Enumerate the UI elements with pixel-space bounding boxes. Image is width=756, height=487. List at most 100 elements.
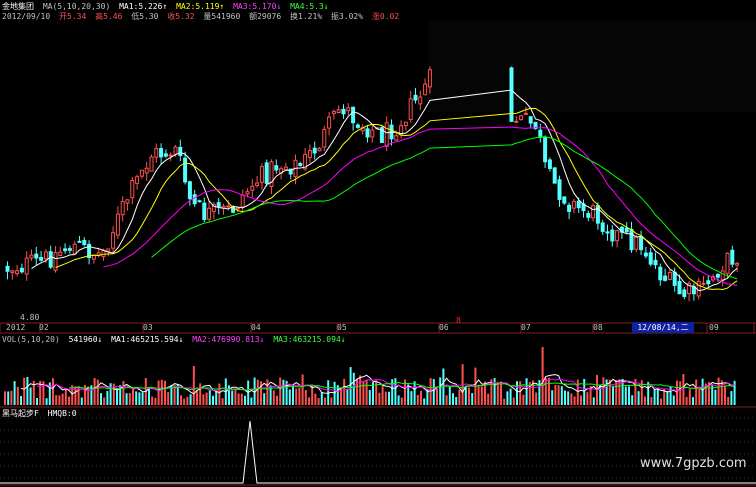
volume-bar: [29, 387, 32, 405]
volume-bar: [272, 390, 275, 405]
volume-bar: [724, 385, 726, 405]
candle-body: [77, 240, 82, 243]
x-tick-02: 02: [39, 323, 49, 332]
volume-bar: [240, 393, 243, 405]
volume-bar: [432, 379, 435, 405]
candle-body: [605, 231, 610, 234]
volume-bar: [308, 397, 310, 405]
candle-body: [183, 157, 188, 183]
candle-body: [58, 251, 63, 256]
candle-body: [720, 270, 725, 281]
quote-change: 涨0.02: [371, 12, 400, 21]
candle-body: [226, 205, 231, 208]
volume-bar: [173, 385, 176, 405]
candle-body: [682, 289, 687, 297]
candle-body: [394, 135, 399, 141]
candle-body: [629, 228, 634, 251]
volume-bar: [292, 385, 294, 405]
candle-body: [403, 121, 408, 126]
x-tick-06: 06: [439, 323, 449, 332]
candle-body: [96, 252, 101, 256]
candle-body: [715, 273, 720, 278]
candle-body: [144, 167, 149, 174]
candle-body: [610, 229, 615, 242]
volume-bar: [413, 381, 416, 405]
candle-body: [202, 202, 207, 220]
candle-body: [648, 252, 653, 265]
volume-bar: [538, 380, 541, 405]
volume-bar: [656, 387, 659, 405]
volume-bar: [666, 390, 669, 405]
candle-body: [519, 115, 524, 120]
candle-body: [528, 116, 533, 124]
candle-body: [19, 267, 24, 273]
candle-body: [418, 96, 423, 105]
candle-body: [672, 271, 677, 286]
volume-bar: [576, 379, 579, 405]
candle-body: [235, 207, 240, 210]
volume-bar: [279, 377, 282, 405]
volume-bar: [324, 397, 326, 405]
candle-body: [255, 182, 260, 187]
volume-bar: [522, 394, 525, 405]
volume-bar: [282, 379, 285, 405]
volume-bar: [500, 381, 502, 405]
volume-bar: [7, 391, 10, 405]
candle-body: [653, 259, 658, 266]
candle-body: [125, 199, 130, 204]
candle-body: [67, 248, 72, 251]
indicator-header: 黑马起步F HMQB:0: [2, 409, 81, 419]
volume-bar: [506, 391, 509, 405]
vol-ma1: MA1:465215.594↓: [111, 335, 184, 344]
volume-bar: [263, 393, 266, 405]
volume-bar: [560, 386, 563, 405]
volume-bar: [423, 398, 426, 405]
quote-volume: 量541960: [203, 12, 241, 21]
candle-body: [173, 146, 178, 155]
candle-body: [658, 266, 663, 281]
candle-body: [586, 213, 591, 218]
volume-bar: [564, 390, 566, 405]
volume-bar: [669, 386, 672, 405]
volume-bar: [96, 379, 99, 405]
candle-body: [538, 129, 543, 138]
candle-body: [341, 108, 346, 115]
chart-canvas[interactable]: [0, 0, 756, 487]
candle-body: [149, 156, 154, 172]
candle-body: [370, 129, 375, 138]
x-tick-08: 08: [593, 323, 603, 332]
volume-bar: [100, 393, 102, 405]
candle-body: [351, 106, 356, 124]
quote-header: 2012/09/10 开5.34 高5.46 低5.30 收5.32 量5419…: [2, 12, 403, 22]
volume-bar: [250, 397, 253, 405]
candle-body: [63, 248, 68, 252]
candle-body: [115, 213, 120, 236]
volume-bar: [672, 395, 675, 405]
volume-bar: [80, 397, 83, 405]
volume-bar: [679, 381, 682, 405]
volume-bar: [365, 379, 368, 405]
volume-bar: [256, 379, 259, 405]
ma5-line: [31, 89, 738, 292]
volume-bar: [676, 380, 678, 405]
candle-body: [427, 69, 432, 88]
candle-body: [39, 256, 44, 261]
volume-bar: [394, 378, 397, 405]
candle-body: [336, 109, 341, 114]
candle-body: [312, 147, 317, 154]
volume-bar: [400, 397, 403, 405]
volume-bar: [516, 381, 518, 405]
volume-bar: [688, 389, 691, 405]
volume-bar: [64, 389, 67, 405]
volume-bar: [215, 390, 218, 405]
candle-body: [677, 280, 682, 295]
volume-bar: [192, 366, 195, 405]
volume-bar: [388, 391, 390, 405]
candle-body: [547, 159, 552, 169]
volume-bar: [208, 390, 211, 405]
volume-bar: [695, 379, 698, 405]
volume-bar: [714, 389, 717, 405]
volume-bar: [276, 395, 278, 405]
volume-bar: [4, 391, 6, 405]
volume-bar: [455, 396, 458, 405]
